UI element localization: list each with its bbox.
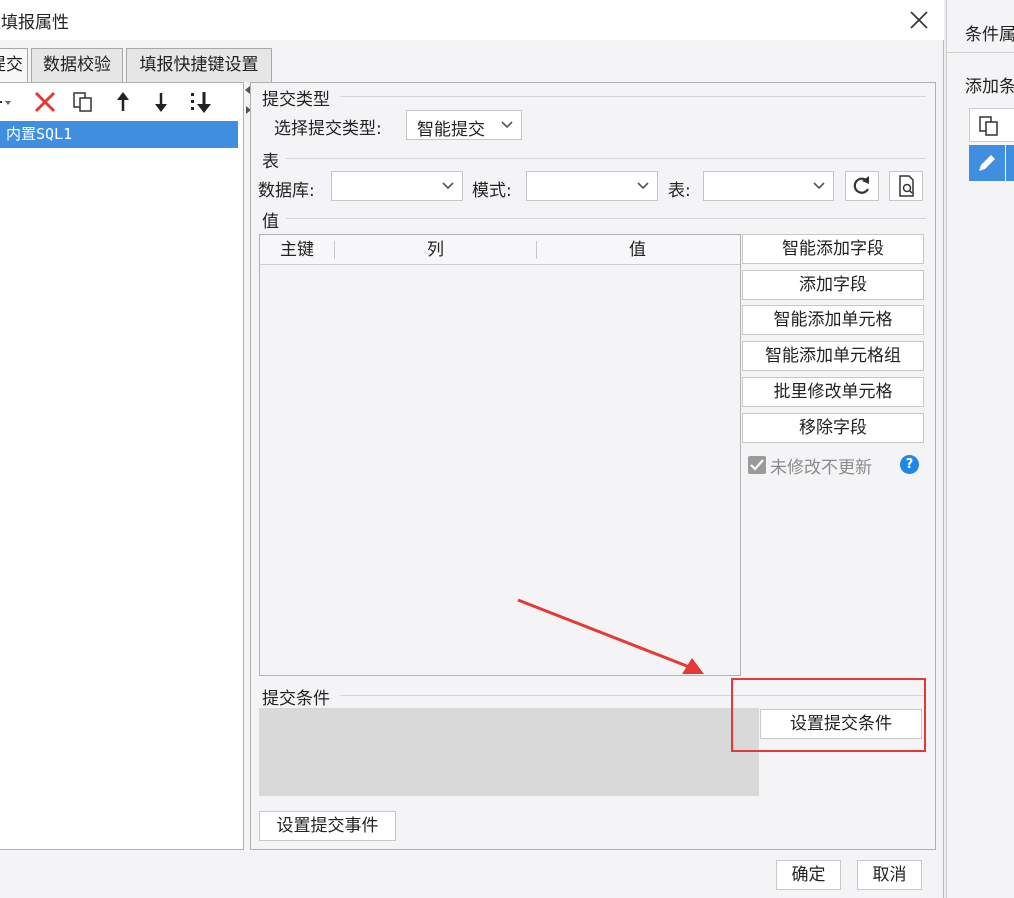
submit-condition-display — [259, 708, 759, 796]
batch-modify-cell-button[interactable]: 批里修改单元格 — [742, 377, 924, 407]
database-select[interactable] — [331, 171, 463, 201]
copy-icon — [73, 92, 92, 112]
column-header-value[interactable]: 值 — [537, 235, 738, 265]
cancel-button[interactable]: 取消 — [857, 860, 922, 890]
remove-field-button[interactable]: 移除字段 — [742, 413, 924, 443]
dialog-title: 表填报属性 — [0, 13, 69, 33]
condition-properties-window: 条件属 添加条 — [946, 0, 1014, 898]
side-window-title: 条件属 — [965, 25, 1014, 45]
delete-button[interactable] — [32, 89, 58, 115]
smart-add-cell-group-button[interactable]: 智能添加单元格组 — [742, 341, 924, 371]
refresh-button[interactable] — [845, 171, 879, 201]
close-button[interactable] — [908, 4, 930, 34]
check-icon — [750, 459, 764, 471]
value-section-title: 值 — [262, 212, 279, 232]
database-label: 数据库: — [258, 181, 315, 201]
add-dropdown-icon — [0, 101, 11, 105]
section-divider — [286, 158, 926, 159]
delete-icon — [34, 91, 56, 113]
no-update-checkbox[interactable] — [748, 456, 766, 474]
close-icon — [910, 11, 928, 29]
chevron-down-icon — [637, 182, 649, 190]
annotation-arrow — [517, 598, 704, 674]
annotation-highlight-box — [731, 678, 926, 752]
submit-type-select[interactable]: 智能提交 — [406, 110, 522, 140]
copy-button[interactable] — [70, 89, 96, 115]
chevron-down-icon — [813, 182, 825, 190]
set-submit-event-button[interactable]: 设置提交事件 — [259, 811, 396, 841]
submit-list-panel: 内置SQL1 — [0, 82, 244, 850]
list-item-builtin-sql[interactable]: 内置SQL1 — [0, 121, 238, 148]
chevron-down-icon — [442, 182, 454, 190]
add-field-button[interactable]: 添加字段 — [742, 270, 924, 300]
tab-shortcut-settings[interactable]: 填报快捷键设置 — [126, 48, 272, 82]
submit-type-label: 选择提交类型: — [274, 119, 382, 139]
tab-data-validation-label: 数据校验 — [43, 55, 111, 75]
help-icon: ? — [905, 457, 914, 472]
copy-icon[interactable] — [976, 113, 1002, 139]
side-window-toolbar — [969, 108, 1014, 142]
smart-add-field-button[interactable]: 智能添加字段 — [742, 234, 924, 264]
arrow-down-icon — [155, 93, 167, 112]
smart-add-cell-button[interactable]: 智能添加单元格 — [742, 305, 924, 335]
add-dropdown-button[interactable] — [0, 89, 18, 115]
column-header-primary-key[interactable]: 主键 — [260, 235, 334, 265]
edit-pencil-icon — [979, 155, 995, 171]
column-header-column[interactable]: 列 — [335, 235, 536, 265]
ok-button[interactable]: 确定 — [776, 860, 841, 890]
table-label: 表: — [668, 181, 691, 201]
chevron-down-icon — [501, 121, 513, 129]
item-separator — [1005, 145, 1006, 181]
schema-select[interactable] — [526, 171, 658, 201]
condition-section-title: 提交条件 — [262, 689, 330, 709]
tab-submit[interactable]: 提交 — [0, 48, 28, 83]
no-update-checkbox-label: 未修改不更新 — [770, 458, 872, 478]
refresh-icon — [853, 176, 869, 194]
table-select[interactable] — [703, 171, 834, 201]
arrow-up-icon — [117, 92, 129, 111]
section-divider — [340, 96, 926, 97]
side-window-divider — [947, 52, 1014, 53]
properties-dialog: 表填报属性 提交 数据校验 填报快捷键设置 — [0, 0, 944, 898]
submit-type-section-title: 提交类型 — [262, 90, 330, 110]
move-to-bottom-icon — [191, 92, 211, 113]
move-down-button[interactable] — [148, 89, 174, 115]
list-item-label: 内置SQL1 — [6, 125, 73, 143]
table-section-title: 表 — [262, 152, 279, 172]
preview-table-button[interactable] — [889, 171, 923, 201]
side-window-selected-item[interactable] — [969, 145, 1014, 181]
side-window-add-label: 添加条 — [965, 77, 1014, 97]
section-divider — [286, 218, 926, 219]
move-up-button[interactable] — [110, 89, 136, 115]
tab-data-validation[interactable]: 数据校验 — [31, 48, 123, 82]
help-button[interactable]: ? — [900, 455, 919, 474]
submit-type-value: 智能提交 — [417, 120, 485, 140]
table-header: 主键 列 值 — [260, 235, 740, 265]
schema-label: 模式: — [472, 181, 512, 201]
move-bottom-button[interactable] — [188, 89, 214, 115]
document-search-icon — [899, 175, 914, 197]
tab-submit-label: 提交 — [0, 55, 23, 75]
dialog-titlebar: 表填报属性 — [0, 0, 944, 40]
tab-shortcut-settings-label: 填报快捷键设置 — [139, 55, 259, 75]
